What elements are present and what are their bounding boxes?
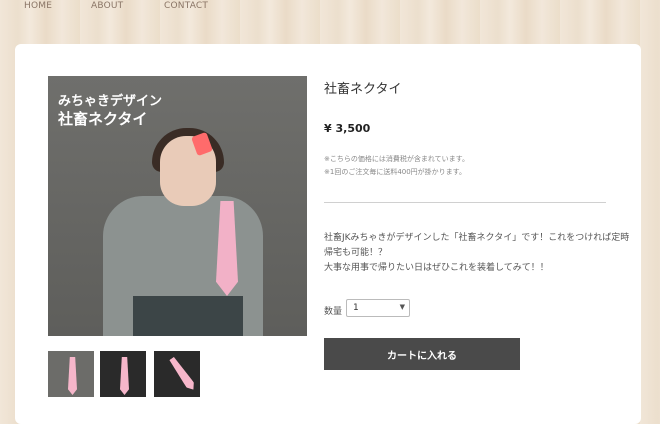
description-line-1: 社畜JKみちゃきがデザインした「社畜ネクタイ」です！これをつければ定時 — [324, 233, 630, 243]
product-title: 社畜ネクタイ — [324, 82, 402, 97]
image-caption-line1: みちゃきデザイン — [58, 94, 163, 109]
tax-note: ※こちらの価格には消費税が含まれています。 — [324, 155, 469, 163]
model-skirt — [133, 296, 243, 336]
divider — [324, 202, 606, 203]
nav-about-link[interactable]: ABOUT — [91, 1, 123, 11]
chevron-down-icon: ▼ — [399, 303, 405, 311]
product-price: ¥ 3,500 — [324, 122, 371, 135]
quantity-value: 1 — [353, 303, 359, 313]
shipping-note: ※1回のご注文毎に送料400円が掛かります。 — [324, 168, 466, 176]
top-nav: HOME ABOUT CONTACT — [0, 0, 660, 14]
nav-home-link[interactable]: HOME — [24, 1, 52, 11]
thumbnail-2[interactable] — [100, 351, 146, 397]
description-line-2: 帰宅も可能！？ — [324, 248, 388, 258]
thumbnail-1[interactable] — [48, 351, 94, 397]
nav-contact-link[interactable]: CONTACT — [164, 1, 208, 11]
tie-icon — [168, 356, 197, 392]
image-caption-line2: 社畜ネクタイ — [58, 110, 148, 128]
quantity-label: 数量 — [324, 307, 343, 317]
tie-icon — [120, 357, 129, 395]
description-line-3: 大事な用事で帰りたい日はぜひこれを装着してみて！！ — [324, 263, 549, 273]
tie-icon — [68, 357, 77, 395]
thumbnail-3[interactable] — [154, 351, 200, 397]
product-main-image[interactable]: みちゃきデザイン 社畜ネクタイ — [48, 76, 307, 336]
quantity-select[interactable]: 1 ▼ — [346, 299, 410, 317]
add-to-cart-button[interactable]: カートに入れる — [324, 338, 520, 370]
